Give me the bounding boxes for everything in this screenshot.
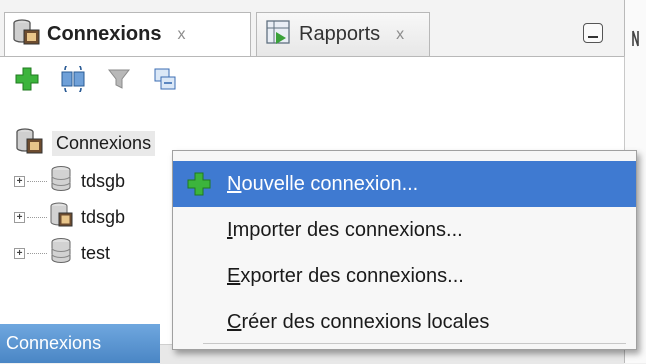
tab-rapports[interactable]: Rapports x (256, 12, 430, 56)
menu-separator (203, 343, 626, 344)
context-menu: Nouvelle connexion... Importer des conne… (172, 150, 637, 350)
tree-connector (27, 180, 47, 182)
menu-item-export-connections[interactable]: Exporter des connexions... (173, 253, 636, 299)
expand-icon[interactable]: + (14, 175, 25, 187)
connections-toolbar (0, 57, 624, 101)
database-icon (49, 164, 73, 199)
add-icon (173, 161, 225, 207)
close-tab-icon[interactable]: x (177, 26, 185, 44)
tree-node-label: test (81, 242, 111, 263)
bottom-tab-connexions[interactable]: Connexions (0, 324, 160, 363)
database-connected-icon (49, 200, 73, 235)
tree-connector (27, 252, 47, 254)
expand-icon[interactable]: + (14, 247, 25, 259)
tree-node-label: tdsgb (81, 206, 126, 227)
adjacent-tab-edge[interactable] (630, 24, 646, 54)
tree-connector (27, 216, 47, 218)
menu-item-label: Importer des connexions... (227, 218, 463, 241)
close-tab-icon[interactable]: x (396, 26, 404, 44)
collapse-all-icon[interactable] (148, 64, 182, 94)
tree-node-label: tdsgb (81, 170, 126, 191)
expand-icon[interactable]: + (14, 211, 25, 223)
refresh-icon[interactable] (56, 64, 90, 94)
database-connections-icon (14, 126, 44, 161)
tab-rapports-label: Rapports (299, 23, 381, 45)
tab-connexions[interactable]: Connexions x (4, 12, 251, 56)
menu-item-new-connection[interactable]: Nouvelle connexion... (173, 161, 636, 207)
bottom-tab-label: Connexions (6, 333, 102, 353)
tab-strip: Connexions x Rapports x (0, 0, 646, 60)
minimize-panel-button[interactable] (583, 23, 603, 43)
menu-item-import-connections[interactable]: Importer des connexions... (173, 207, 636, 253)
database-connections-icon (11, 17, 41, 52)
menu-item-create-local-connections[interactable]: Créer des connexions locales (173, 299, 636, 345)
filter-icon[interactable] (102, 64, 136, 94)
tree-root-label: Connexions (52, 130, 156, 156)
menu-item-label: Exporter des connexions... (227, 264, 464, 287)
reports-icon (263, 17, 293, 52)
menu-item-label: Créer des connexions locales (227, 310, 490, 333)
database-icon (49, 236, 73, 271)
add-connection-icon[interactable] (10, 64, 44, 94)
menu-item-label: Nouvelle connexion... (227, 172, 419, 195)
tab-connexions-label: Connexions (47, 23, 162, 45)
